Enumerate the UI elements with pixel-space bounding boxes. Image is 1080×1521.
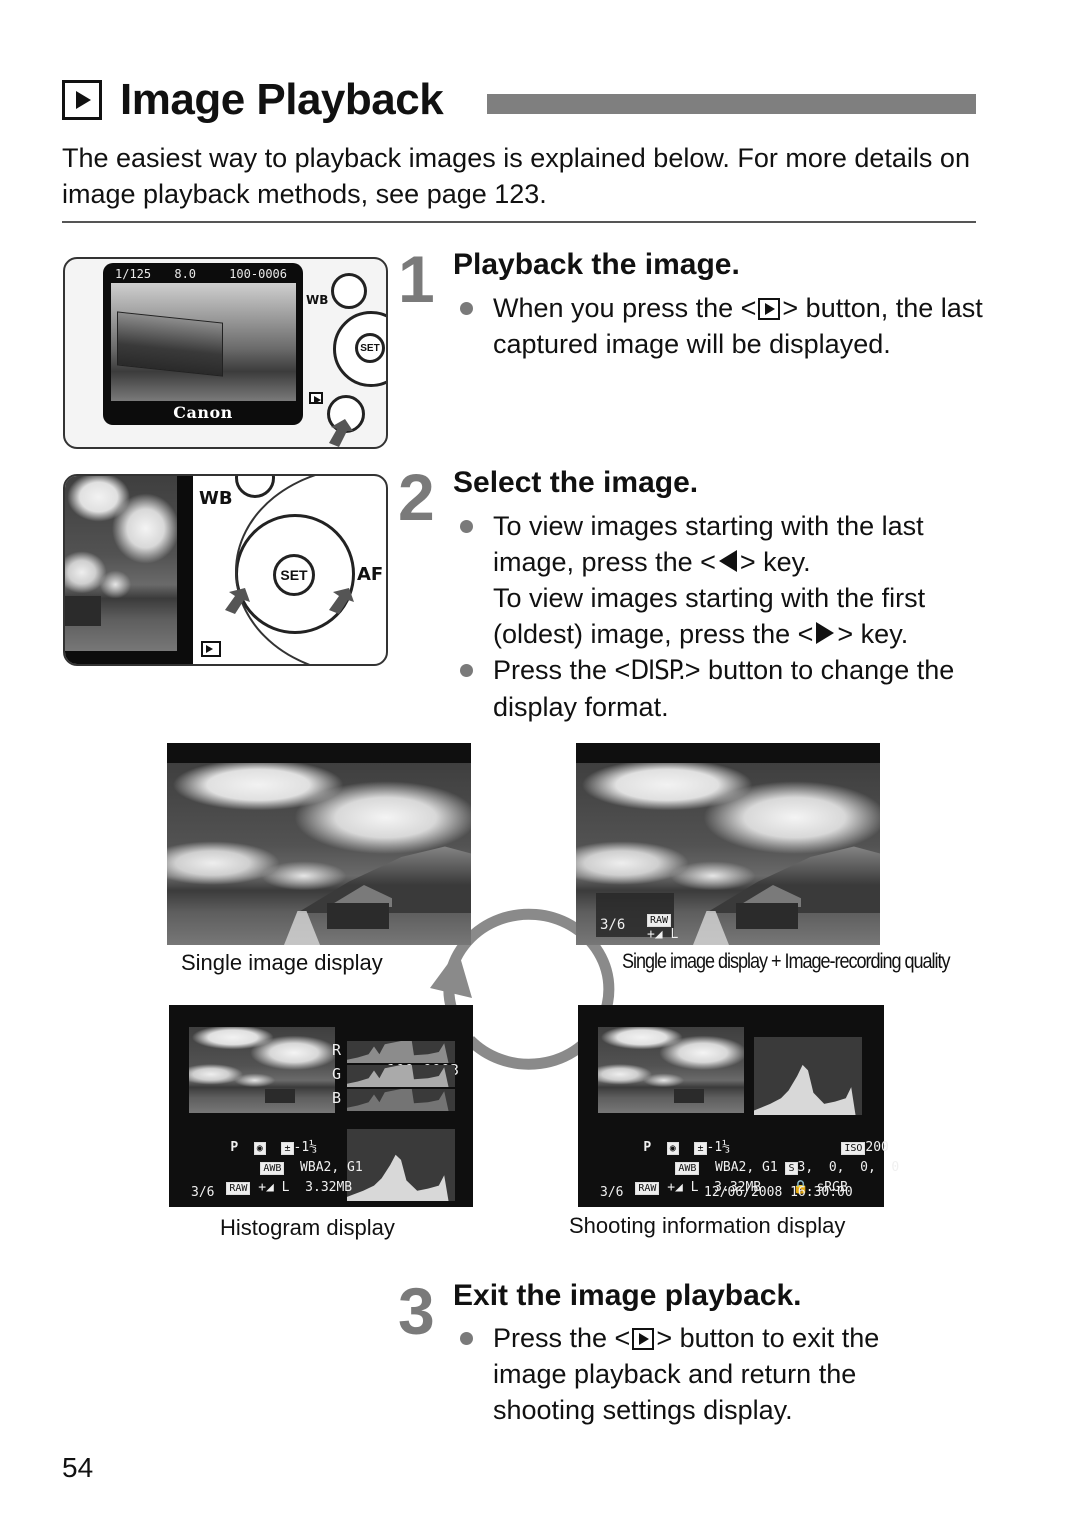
tram-shape: [117, 311, 223, 377]
camera-back-illustration-2: WB SET AF: [63, 474, 388, 666]
step-1-bullets: When you press the < > button, the last c…: [453, 290, 983, 362]
title-decoration-bar: [487, 94, 976, 114]
outer-dial: [235, 476, 386, 664]
display-histogram: 1/125 8.0 100-0003 R G B P ◉ ±-1⅓ AWB WB…: [169, 1005, 473, 1207]
step-number-3: 3: [398, 1274, 435, 1348]
aperture: 8.0: [174, 267, 197, 281]
bullet-dot: [460, 1332, 473, 1345]
wb-button[interactable]: [235, 476, 275, 498]
barn-shape: [327, 903, 389, 929]
barn-shape: [674, 1089, 704, 1103]
shutter-speed: 1/125: [115, 267, 152, 281]
raw-badge: RAW: [635, 1182, 660, 1195]
caption-histogram: Histogram display: [220, 1215, 395, 1240]
landscape-photo: [167, 763, 471, 945]
thumbnail-photo: [598, 1027, 744, 1113]
step-number-1: 1: [398, 242, 435, 316]
quality-overlay: RAW +◢ L 3/6: [596, 893, 678, 942]
raw-badge: RAW: [646, 914, 672, 927]
image-count: 3/6: [600, 917, 626, 933]
canon-logo: Canon: [173, 403, 233, 422]
step-heading-3: Exit the image playback.: [453, 1279, 802, 1312]
playback-icon: [632, 1328, 655, 1350]
bullet-item: Press the <DISP.> button to change the d…: [453, 652, 983, 725]
caption-shooting-info: Shooting information display: [569, 1213, 846, 1238]
histogram-luminance: [754, 1037, 862, 1115]
image-count: 3/6: [600, 1185, 624, 1200]
step-3-bullets: Press the < > button to exit the image pl…: [453, 1320, 933, 1428]
lcd-status-bar: 1/125 8.0 100-0006: [115, 267, 295, 281]
step-2-bullets: To view images starting with the last im…: [453, 508, 983, 725]
playback-button-icon: [309, 392, 323, 404]
step-heading-2: Select the image.: [453, 466, 699, 499]
bullet-dot: [460, 520, 473, 533]
info-line-3: RAW +◢ L 3.32MB: [195, 1165, 352, 1210]
histogram-g: [347, 1065, 455, 1087]
bullet-item: When you press the < > button, the last c…: [453, 290, 983, 362]
tram-photo: [111, 283, 296, 401]
page-number: 54: [62, 1452, 94, 1483]
histogram-r: [347, 1041, 455, 1063]
camera-lcd: 1/125 8.0 100-0006 Canon: [103, 263, 303, 425]
display-shooting-info: 1/125 8.0 100-0003 P ◉ ±-1⅓ ISO200 AWB W…: [578, 1005, 899, 1207]
left-arrow-key-icon: [718, 550, 737, 572]
bullet-dot: [460, 302, 473, 315]
disp-button-glyph: DISP.: [630, 655, 685, 686]
barn-shape: [265, 1089, 295, 1103]
page-title: Image Playback: [120, 75, 444, 124]
wb-label: WB: [306, 293, 329, 307]
lcd-bottom-bezel: [65, 651, 193, 664]
channel-label-g: G: [332, 1065, 342, 1083]
wb-button[interactable]: [331, 273, 367, 309]
display-single-image: 1/125 8.0 100-0003: [167, 743, 471, 945]
lcd-landscape-photo: [65, 476, 177, 651]
press-left-arrow-icon: [225, 588, 250, 614]
barn-shape: [736, 903, 798, 929]
bullet-dot: [460, 664, 473, 677]
image-count: 3/6: [191, 1185, 215, 1200]
set-button[interactable]: SET: [355, 333, 385, 363]
bullet-item: Press the < > button to exit the image pl…: [453, 1320, 933, 1428]
press-right-arrow-icon: [329, 588, 354, 614]
file-number: 100-0006: [229, 267, 287, 281]
date-time: 12/06/2008 16:30:00: [704, 1185, 853, 1200]
quality-value: +◢ L: [258, 1180, 290, 1195]
camera-back-illustration-1: 1/125 8.0 100-0006 Canon WB SET: [63, 257, 388, 449]
channel-label-r: R: [332, 1041, 342, 1059]
quality-value: +◢ L: [667, 1180, 699, 1195]
channel-label-b: B: [332, 1089, 342, 1107]
step-number-2: 2: [398, 460, 435, 534]
lcd-bezel: [177, 476, 193, 664]
playback-button-icon: [201, 641, 221, 657]
playback-icon: [758, 298, 781, 320]
right-arrow-key-icon: [816, 622, 835, 644]
playback-icon: [62, 80, 102, 120]
file-size: 3.32MB: [305, 1180, 353, 1195]
caption-single-image: Single image display: [181, 950, 383, 975]
page-title-row: Image Playback: [62, 72, 444, 128]
raw-badge: RAW: [226, 1182, 251, 1195]
press-arrow-icon: [329, 419, 353, 447]
thumbnail-photo: [189, 1027, 335, 1113]
caption-single-image-quality: Single image display + Image-recording q…: [622, 950, 951, 973]
histogram-b: [347, 1089, 455, 1111]
step-heading-1: Playback the image.: [453, 248, 740, 281]
wb-label: WB: [199, 488, 233, 509]
quality-value: +◢ L: [646, 927, 679, 942]
intro-paragraph: The easiest way to playback images is ex…: [62, 143, 970, 209]
bullet-item: To view images starting with the last im…: [453, 508, 983, 652]
barn-shape: [65, 596, 101, 626]
display-single-image-quality: 1/125 8.0 100-0003 RAW +◢ L 3/6: [576, 743, 880, 945]
section-divider: [62, 221, 976, 223]
histogram-luminance: [347, 1129, 455, 1201]
